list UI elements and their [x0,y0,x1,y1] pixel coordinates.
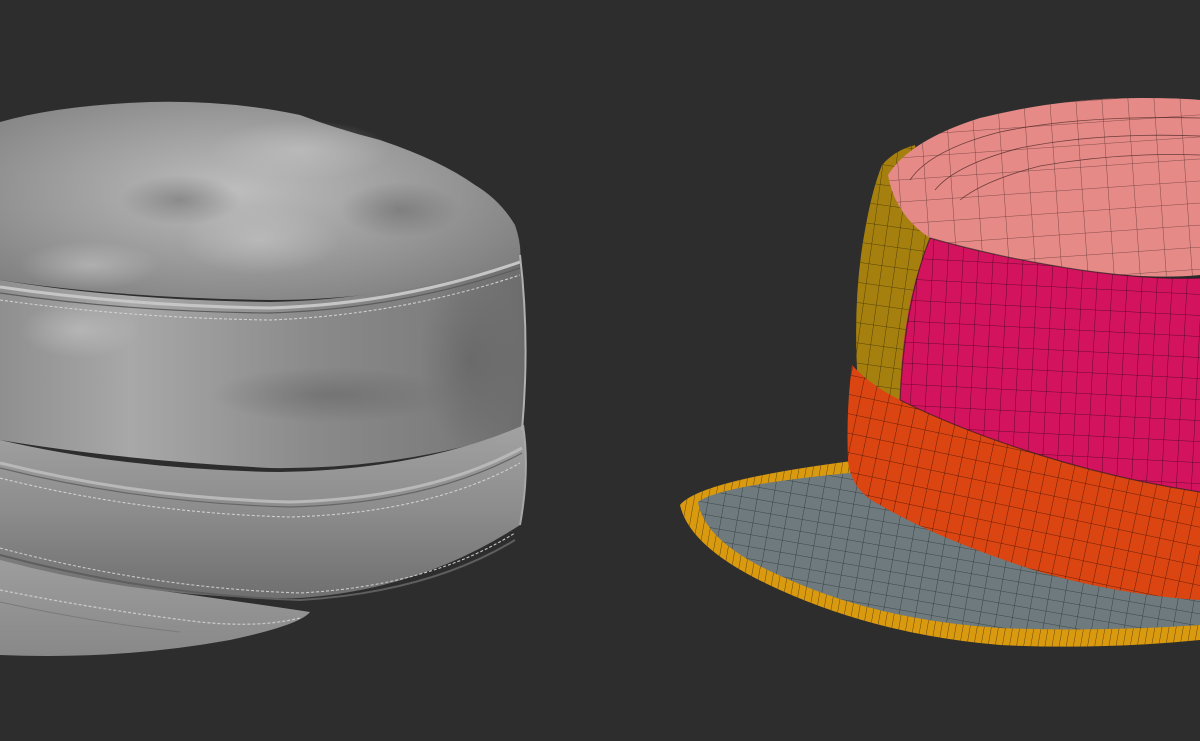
render-viewport [0,0,1200,741]
sculpted-cap-model [0,101,527,656]
polygroup-cap-model [680,98,1200,647]
render-canvas [0,98,1200,656]
